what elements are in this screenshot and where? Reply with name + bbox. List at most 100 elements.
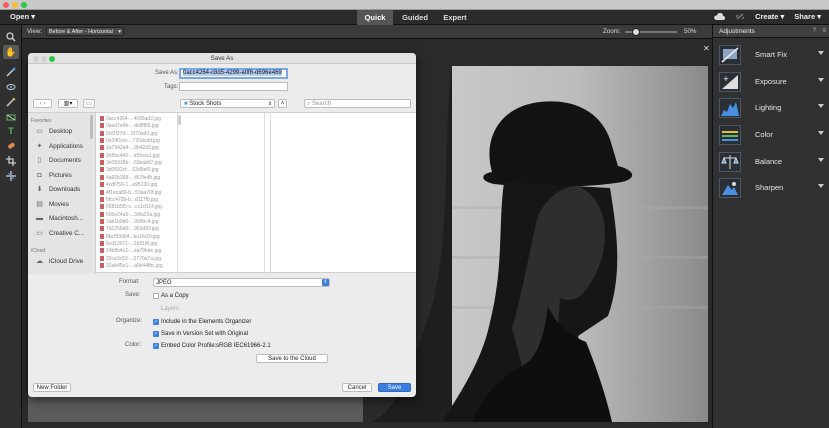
sidebar-item-icloud-drive[interactable]: ☁ iCloud Drive <box>28 255 96 269</box>
file-list-item[interactable]: 8bcf93d94...ba1fe20.jpg <box>100 233 160 241</box>
exposure-icon: + <box>719 72 741 92</box>
cancel-button[interactable]: Cancel <box>342 383 372 392</box>
new-folder-button[interactable]: New Folder <box>33 383 71 392</box>
whiten-teeth-tool[interactable] <box>3 95 19 109</box>
dialog-zoom-button[interactable] <box>49 55 55 62</box>
location-select[interactable]: ■ Stock Shots ⇕ <box>180 99 275 108</box>
file-list-item[interactable]: 6fcc472b-b...d117fb.jpg <box>100 196 158 204</box>
link-icon[interactable] <box>735 12 745 21</box>
adjustment-color[interactable]: Color <box>713 123 829 149</box>
adjustment-smart-fix[interactable]: Smart Fix <box>713 43 829 69</box>
file-list-item[interactable]: 4cdf759-1...e95130.jpg <box>100 182 157 189</box>
help-icon[interactable]: ? <box>813 25 816 38</box>
file-list-item[interactable]: 4a92b368-...457fe4b.jpg <box>100 174 160 182</box>
zoom-slider-track[interactable] <box>625 28 677 36</box>
sidebar-item-macintosh[interactable]: ▬ Macintosh... <box>28 212 96 226</box>
search-input[interactable]: ⌕ Search <box>304 99 411 108</box>
move-tool[interactable] <box>3 169 19 183</box>
applications-icon: ✦ <box>36 143 43 150</box>
save-button[interactable]: Save <box>378 383 411 392</box>
dialog-close-button[interactable] <box>33 55 39 62</box>
sidebar-item-documents[interactable]: ▯ Documents <box>28 154 96 168</box>
cloud-icon[interactable] <box>713 12 726 21</box>
new-folder-icon-button[interactable]: ▭ <box>83 99 95 108</box>
panel-menu-icon[interactable]: ≡ <box>822 25 826 38</box>
dialog-minimize-button[interactable] <box>41 55 47 62</box>
straighten-tool[interactable] <box>3 110 19 124</box>
file-list-item[interactable]: 32ab45e1-...a0e44fbc.jpg <box>100 263 163 270</box>
adjustment-label: Lighting <box>755 103 782 112</box>
sidebar-item-downloads[interactable]: ⬇ Downloads <box>28 183 96 197</box>
hard-drive-icon: ▬ <box>36 215 43 222</box>
sidebar-item-applications[interactable]: ✦ Applications <box>28 140 96 154</box>
quick-selection-tool[interactable] <box>3 65 19 79</box>
save-as-dialog: Save As Save As: 0acc4264-c8d5-4299-a0f6… <box>28 53 416 397</box>
format-select[interactable]: JPEG ⇕ <box>153 278 330 287</box>
expand-button[interactable]: ˄ <box>278 99 287 108</box>
file-name: 14b8b4c2-...da79bee.jpg <box>106 248 162 255</box>
file-list-item[interactable]: 3e05918b-...69eab67.jpg <box>100 160 162 167</box>
zoom-slider-thumb[interactable] <box>632 28 640 36</box>
tab-guided[interactable]: Guided <box>397 10 433 25</box>
file-list-item[interactable]: 14b8b4c2-...da79bee.jpg <box>100 248 161 255</box>
file-list-item[interactable]: 0aad7e4b-...dc8f8f6.jpg <box>100 123 159 130</box>
spot-healing-tool[interactable] <box>3 139 19 153</box>
hand-tool[interactable]: ✋ <box>3 45 19 59</box>
minimize-window-button[interactable] <box>12 2 18 8</box>
after-image[interactable] <box>372 66 708 422</box>
type-tool[interactable]: T <box>3 124 19 138</box>
header-actions: Create ▾ Share ▾ <box>713 12 821 21</box>
share-menu-button[interactable]: Share ▾ <box>794 12 821 21</box>
sidebar-item-label: iCloud Drive <box>49 258 84 265</box>
sidebar-item-movies[interactable]: ▤ Movies <box>28 198 96 212</box>
file-list-item[interactable]: 7ab1b0d0-...906bc4.jpg <box>100 218 159 226</box>
file-name: 3d0692cf-...63d5ef0.jpg <box>106 167 159 174</box>
as-copy-label: As a Copy <box>161 293 189 299</box>
open-menu-button[interactable]: Open ▾ <box>10 12 35 21</box>
image-file-icon <box>100 255 104 261</box>
adjustment-sharpen[interactable]: Sharpen <box>713 176 829 202</box>
view-mode-button[interactable]: ▥▾ <box>58 99 78 108</box>
filename-input[interactable]: 0acc4264-c8d5-4299-a0f6-d696e469 <box>179 68 288 79</box>
embed-profile-checkbox[interactable]: ✓ <box>153 343 159 349</box>
zoom-tool[interactable] <box>3 30 19 44</box>
tab-expert[interactable]: Expert <box>437 10 473 25</box>
camera-icon: ◘ <box>37 172 42 179</box>
crop-tool[interactable] <box>3 154 19 168</box>
file-list-item[interactable]: 3d0692cf-...63d5ef0.jpg <box>100 167 159 174</box>
adjustment-exposure[interactable]: + Exposure <box>713 70 829 96</box>
sidebar-item-creative-cloud[interactable]: ▭ Creative C... <box>28 227 96 241</box>
as-copy-checkbox[interactable] <box>153 293 159 299</box>
file-list-item[interactable]: 6581b5f5-c...cc1d114.jpg <box>100 204 162 211</box>
adjustment-balance[interactable]: Balance <box>713 150 829 176</box>
include-organizer-checkbox[interactable]: ✓ <box>153 319 159 325</box>
image-file-icon <box>100 226 104 232</box>
save-to-cloud-button[interactable]: Save to the Cloud <box>256 354 328 363</box>
file-list-item[interactable]: 9cd12071-...2b318f.jpg <box>100 240 157 248</box>
red-eye-tool[interactable] <box>3 80 19 94</box>
file-list-item[interactable]: 4f1eca80-b...53aa70f.jpg <box>100 189 161 197</box>
file-list-item[interactable]: 2a7942a4-...9b42d2.jpg <box>100 145 159 152</box>
file-list-item[interactable]: 7d1255d0-...963d83.jpg <box>100 226 159 233</box>
options-bar: View: Before & After - Horizontal ▾ Zoom:… <box>22 25 712 39</box>
version-set-checkbox[interactable]: ✓ <box>153 331 159 337</box>
file-list-item[interactable]: 0cf2f27d-...5f70ad3.jpg <box>100 130 157 138</box>
file-list-item[interactable]: 0acc4264-...4695ad2.jpg <box>100 116 161 123</box>
back-forward-buttons[interactable]: ‹ › <box>33 99 52 108</box>
view-select[interactable]: Before & After - Horizontal ▾ <box>46 27 124 36</box>
file-list-item[interactable]: 0e29f1eb-...720dcdd.jpg <box>100 138 160 145</box>
sidebar-scrollbar[interactable] <box>90 115 93 139</box>
sidebar-item-pictures[interactable]: ◘ Pictures <box>28 169 96 183</box>
tags-input[interactable] <box>179 82 288 91</box>
close-icon[interactable]: ✕ <box>703 44 710 53</box>
file-list-item[interactable]: 606e24a0-...3dfa22a.jpg <box>100 211 160 219</box>
file-list-item[interactable]: 22ca3c53-...0770a7a.jpg <box>100 255 161 263</box>
chevron-down-icon: ▾ <box>118 29 121 35</box>
adjustment-lighting[interactable]: Lighting <box>713 96 829 122</box>
tab-quick[interactable]: Quick <box>357 10 393 25</box>
create-menu-button[interactable]: Create ▾ <box>755 12 784 21</box>
close-window-button[interactable] <box>3 2 9 8</box>
sidebar-item-desktop[interactable]: ▭ Desktop <box>28 125 96 139</box>
zoom-window-button[interactable] <box>21 2 27 8</box>
file-list-item[interactable]: 2e5bc449-...ef3cea1.jpg <box>100 152 160 160</box>
